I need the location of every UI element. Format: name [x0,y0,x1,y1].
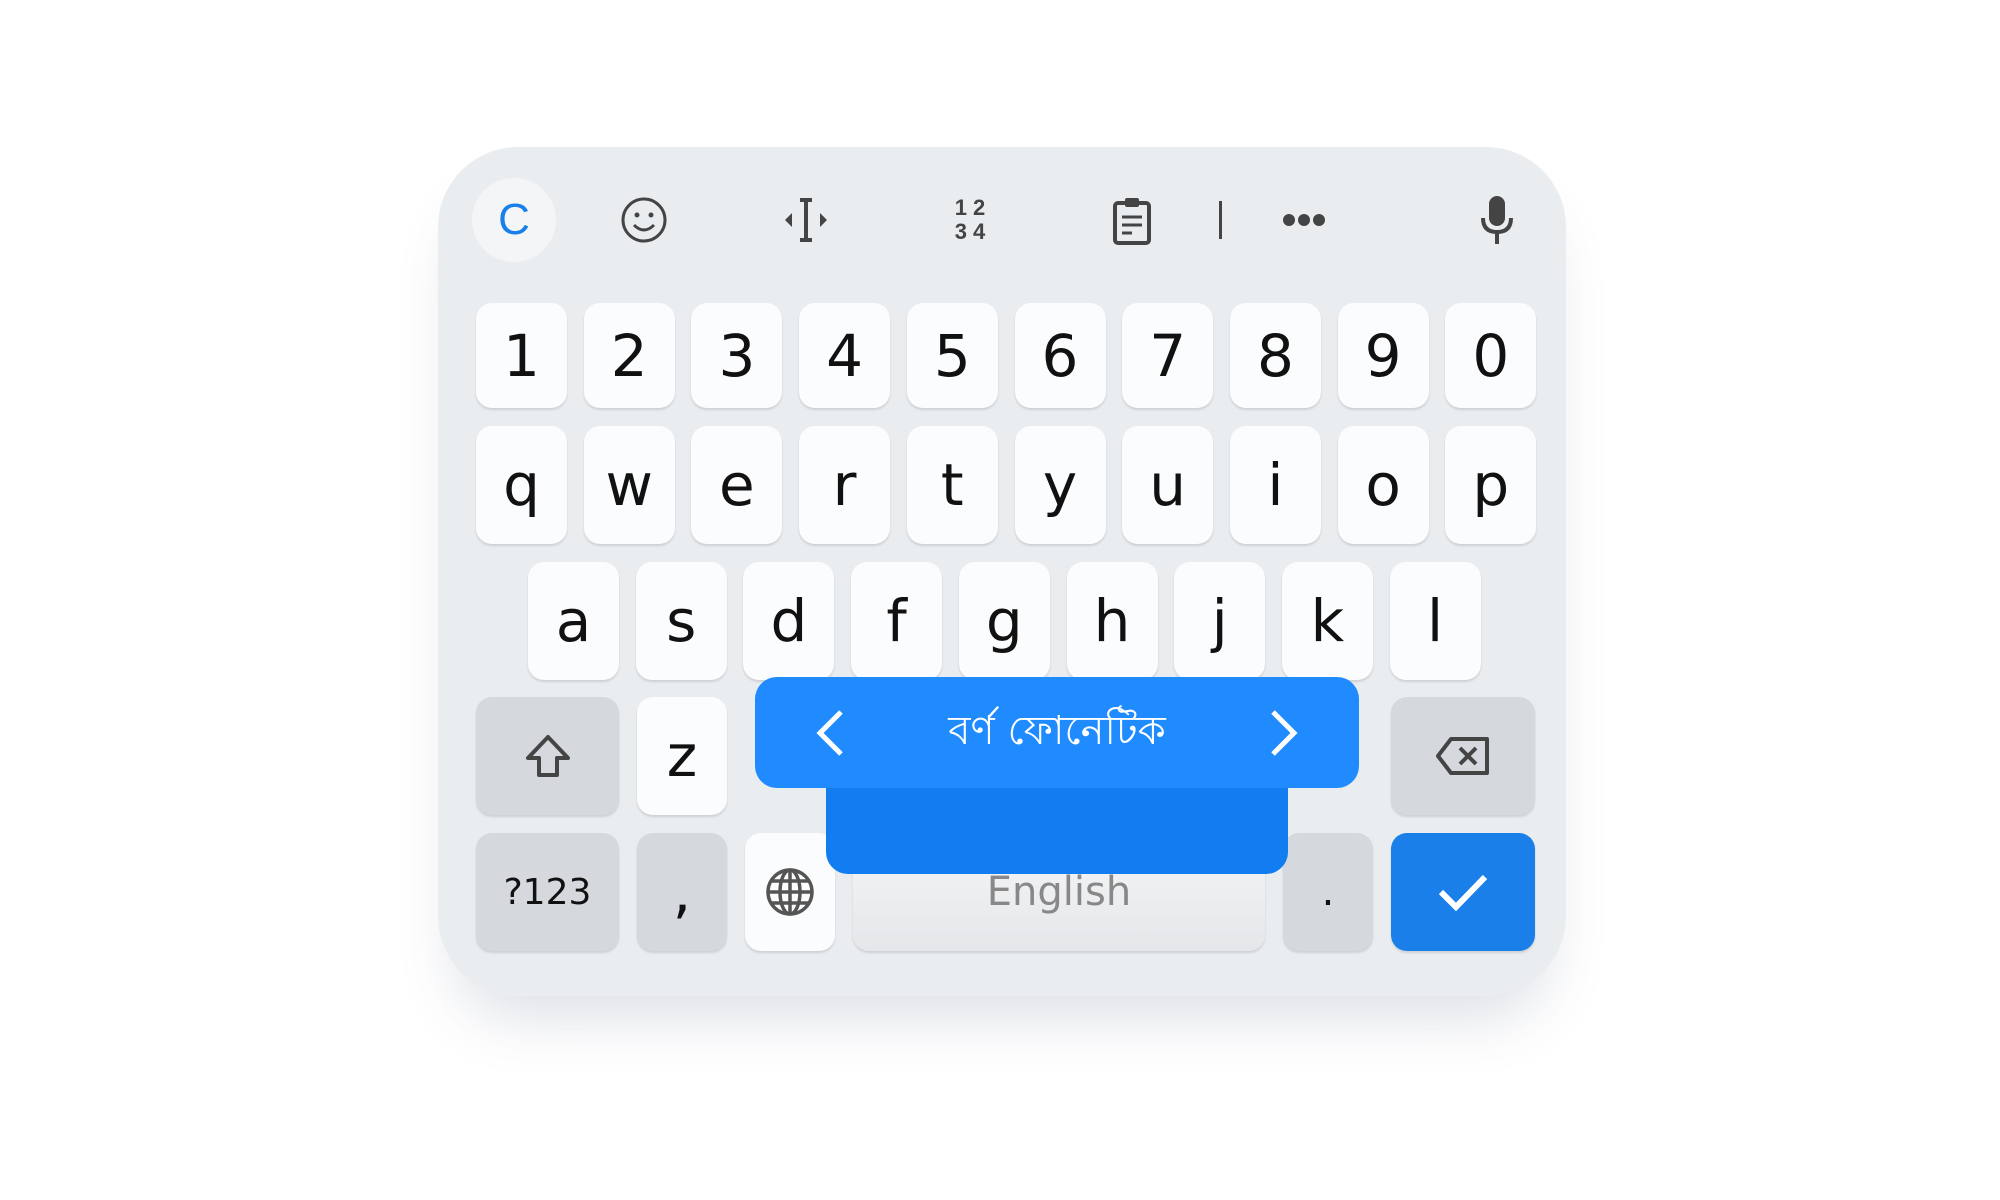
check-icon [1438,874,1488,912]
key-0[interactable]: 0 [1445,303,1537,408]
key-h[interactable]: h [1066,562,1158,680]
c-logo-icon: C [498,195,530,244]
key-label: 6 [1041,321,1079,390]
c-logo-button[interactable]: C [472,178,556,262]
key-l[interactable]: l [1389,562,1481,680]
key-j[interactable]: j [1174,562,1266,680]
emoji-button[interactable] [614,178,674,262]
key-label: 0 [1472,321,1510,390]
key-k[interactable]: k [1281,562,1373,680]
key-label: o [1365,451,1401,519]
symbols-key[interactable]: ?123 [476,833,619,951]
key-u[interactable]: u [1122,426,1214,544]
key-label: k [1310,587,1345,655]
shift-icon [525,735,570,777]
key-5[interactable]: 5 [906,303,998,408]
language-key[interactable] [745,833,835,951]
key-1[interactable]: 1 [476,303,567,408]
key-label: y [1042,451,1078,519]
key-label: 5 [933,321,971,390]
key-label: d [770,587,808,655]
key-d[interactable]: d [743,562,835,680]
chevron-left-icon[interactable] [815,709,845,757]
key-label: j [1211,587,1228,655]
key-f[interactable]: f [851,562,943,680]
key-r[interactable]: r [799,426,891,544]
key-t[interactable]: t [906,426,998,544]
more-icon [1283,214,1325,226]
key-label: 4 [826,321,864,390]
key-label: 1 [503,321,540,390]
chevron-right-icon[interactable] [1269,709,1299,757]
key-label: . [1321,869,1335,915]
key-3[interactable]: 3 [691,303,783,408]
key-y[interactable]: y [1014,426,1106,544]
key-label: i [1267,451,1284,519]
key-s[interactable]: s [635,562,727,680]
globe-icon [766,868,814,916]
toolbar-divider [1218,178,1222,262]
backspace-key[interactable] [1391,697,1535,815]
key-label: p [1472,451,1510,519]
key-label: a [555,587,592,655]
key-label: 3 [718,321,756,390]
key-g[interactable]: g [958,562,1050,680]
backspace-icon [1436,737,1489,775]
key-label: , [672,858,692,926]
key-p[interactable]: p [1445,426,1537,544]
key-6[interactable]: 6 [1014,303,1106,408]
key-o[interactable]: o [1337,426,1429,544]
key-label: t [940,451,964,519]
numpad-icon: 1 2 3 4 [954,195,986,244]
language-switch-popup: বর্ণ ফোনেটিক [755,677,1359,788]
key-9[interactable]: 9 [1337,303,1429,408]
voice-input-button[interactable] [1467,178,1527,262]
key-label: l [1427,587,1444,655]
key-label: 9 [1364,321,1402,390]
cursor-move-icon [785,198,827,242]
key-label: w [605,451,653,519]
more-button[interactable] [1274,178,1334,262]
key-label: 7 [1149,321,1187,390]
key-label: 8 [1256,321,1294,390]
shift-key[interactable] [476,697,619,815]
key-label: f [886,587,907,655]
key-a[interactable]: a [528,562,619,680]
key-e[interactable]: e [691,426,783,544]
key-label: q [503,451,540,519]
key-label: g [985,587,1023,655]
key-z[interactable]: z [637,697,727,815]
clipboard-icon [1113,198,1151,245]
key-label: e [719,451,755,519]
numpad-button[interactable]: 1 2 3 4 [940,178,1000,262]
cursor-control-button[interactable] [776,178,836,262]
key-label: 2 [610,321,648,390]
key-w[interactable]: w [583,426,675,544]
emoji-icon [621,197,667,243]
enter-key[interactable] [1391,833,1535,951]
key-label: u [1149,451,1187,519]
key-label: z [666,722,698,790]
period-key[interactable]: . [1283,833,1373,951]
key-8[interactable]: 8 [1229,303,1321,408]
key-i[interactable]: i [1229,426,1321,544]
key-q[interactable]: q [476,426,567,544]
key-label: h [1093,587,1131,655]
key-label: r [832,451,857,519]
comma-key[interactable]: , [637,833,727,951]
key-label: s [666,587,697,655]
key-4[interactable]: 4 [799,303,891,408]
key-7[interactable]: 7 [1122,303,1214,408]
key-2[interactable]: 2 [583,303,675,408]
language-name: বর্ণ ফোনেটিক [948,708,1166,754]
key-label: ?123 [503,871,592,913]
clipboard-button[interactable] [1102,178,1162,262]
key-label: English [986,869,1132,915]
mic-icon [1481,196,1513,244]
